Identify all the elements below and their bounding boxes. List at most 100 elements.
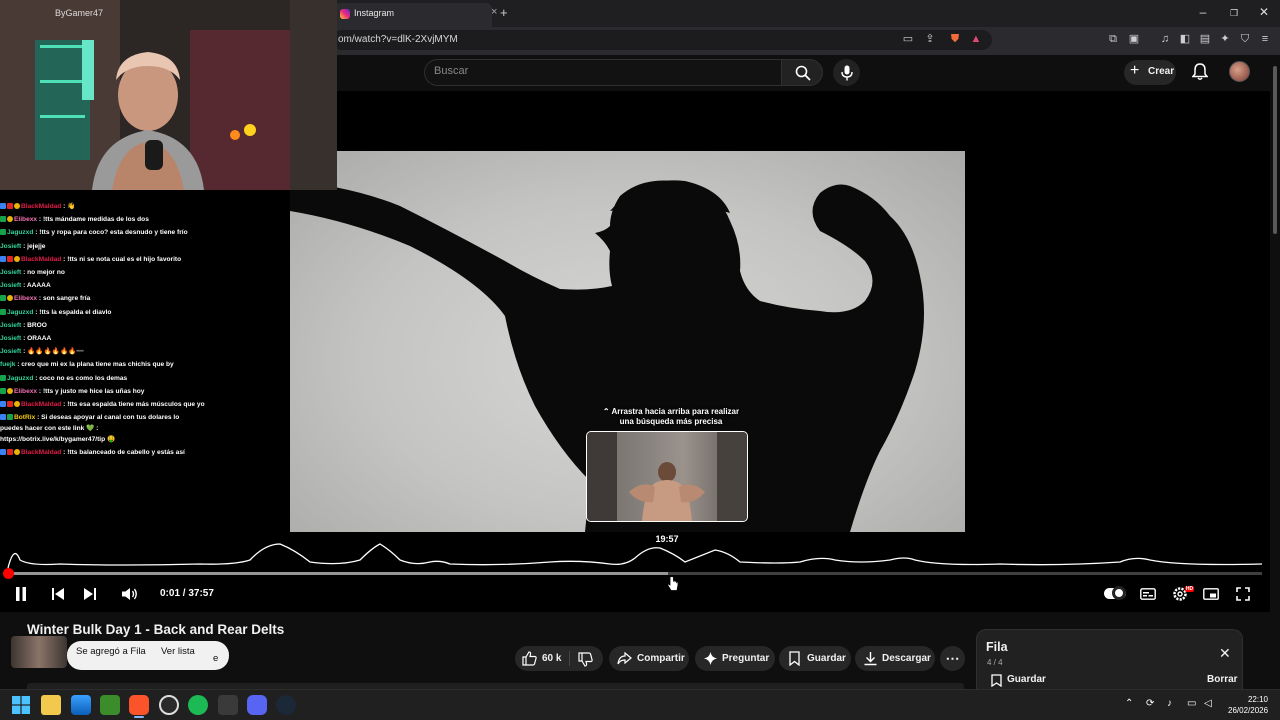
chat-text: BROO bbox=[27, 321, 47, 329]
minimize-icon[interactable]: – bbox=[1193, 5, 1213, 19]
chat-username: BlackMaldad bbox=[21, 449, 62, 457]
download-button[interactable]: Descargar bbox=[855, 646, 935, 671]
search-button[interactable] bbox=[781, 59, 823, 86]
share-button[interactable]: Compartir bbox=[609, 646, 689, 671]
chat-username: Josieft bbox=[0, 348, 22, 356]
bookmark-icon[interactable] bbox=[991, 674, 1002, 687]
share-label: Compartir bbox=[637, 653, 685, 664]
view-list-link[interactable]: Ver lista bbox=[161, 646, 195, 657]
chat-text: no mejor no bbox=[27, 269, 65, 277]
volume-button[interactable] bbox=[121, 585, 139, 603]
chat-message: Jaguzxd : !tts la espalda el diavlo bbox=[0, 306, 290, 319]
steam-icon[interactable] bbox=[276, 695, 296, 715]
wallet-icon[interactable]: ▤ bbox=[1198, 33, 1212, 46]
ai-icon[interactable]: ✦ bbox=[1218, 33, 1232, 46]
queue-video-thumbnail[interactable] bbox=[11, 636, 67, 668]
network-icon[interactable]: ▭ bbox=[1187, 698, 1196, 709]
next-button[interactable] bbox=[81, 585, 99, 603]
chat-badge-icon bbox=[7, 255, 13, 262]
new-tab-button[interactable]: + bbox=[500, 5, 508, 20]
subtitles-button[interactable] bbox=[1139, 585, 1157, 603]
sync-icon[interactable]: ⟳ bbox=[1146, 698, 1154, 709]
share-icon[interactable]: ⇪ bbox=[923, 33, 937, 46]
chat-username: Josieft bbox=[0, 269, 22, 277]
chat-badge-icon bbox=[7, 414, 13, 421]
ask-button[interactable]: Preguntar bbox=[695, 646, 775, 671]
chat-badge-icon bbox=[0, 401, 6, 408]
discord-icon[interactable] bbox=[247, 695, 267, 715]
previous-button[interactable] bbox=[49, 585, 67, 603]
more-actions-button[interactable]: ⋯ bbox=[940, 646, 965, 671]
chat-username: Josieft bbox=[0, 321, 22, 329]
brave-rewards-icon[interactable]: ▲ bbox=[969, 33, 983, 46]
microphone-tray-icon[interactable]: ♪ bbox=[1167, 698, 1172, 709]
spotify-icon[interactable] bbox=[188, 695, 208, 715]
tab-close-icon[interactable]: × bbox=[491, 6, 497, 18]
brave-browser-icon[interactable] bbox=[129, 695, 149, 715]
chat-message: Josieft : AAAAA bbox=[0, 279, 290, 292]
tray-overflow-icon[interactable]: ⌃ bbox=[1125, 698, 1133, 709]
next-icon bbox=[84, 588, 96, 600]
close-window-icon[interactable]: ✕ bbox=[1254, 5, 1274, 19]
capture-tool-icon[interactable] bbox=[218, 695, 238, 715]
hd-badge: HD bbox=[1185, 586, 1194, 592]
menu-icon[interactable]: ≡ bbox=[1258, 33, 1272, 46]
chat-message: BlackMaldad : !tts ni se nota cual es el… bbox=[0, 253, 290, 266]
music-icon[interactable]: ♫ bbox=[1158, 33, 1172, 46]
chat-message: Elibexx : son sangre fría bbox=[0, 292, 290, 305]
chat-text: jejejje bbox=[27, 242, 46, 250]
vpn-icon[interactable]: ⛉ bbox=[1238, 33, 1252, 46]
scrollbar-thumb[interactable] bbox=[1273, 66, 1277, 234]
save-button[interactable]: Guardar bbox=[779, 646, 851, 671]
notifications-bell-icon[interactable] bbox=[1192, 63, 1208, 81]
minecraft-icon[interactable] bbox=[100, 695, 120, 715]
clock-date: 26/02/2026 bbox=[1228, 706, 1269, 715]
chat-username: Josieft bbox=[0, 242, 22, 250]
account-avatar[interactable] bbox=[1229, 61, 1250, 82]
queue-save-button[interactable]: Guardar bbox=[1007, 674, 1046, 685]
restore-icon[interactable]: ❐ bbox=[1224, 8, 1244, 19]
chat-username: Elibexx bbox=[14, 295, 38, 303]
cast-icon[interactable]: ▭ bbox=[901, 33, 915, 46]
chat-text: !tts y ropa para coco? esta desnudo y ti… bbox=[39, 229, 188, 237]
voice-search-button[interactable] bbox=[833, 59, 860, 86]
chat-text: !tts y justo me hice las uñas hoy bbox=[42, 387, 145, 395]
chat-username: BlackMaldad bbox=[21, 203, 62, 210]
system-clock[interactable]: 22:10 26/02/2026 bbox=[1228, 694, 1268, 716]
more-icon: ⋯ bbox=[945, 650, 960, 666]
dislike-icon[interactable] bbox=[578, 652, 593, 667]
photos-icon[interactable] bbox=[71, 695, 91, 715]
search-box[interactable] bbox=[424, 59, 782, 86]
miniplayer-button[interactable] bbox=[1202, 585, 1220, 603]
queue-close-icon[interactable]: ✕ bbox=[1219, 645, 1231, 662]
like-count[interactable]: 60 k bbox=[542, 653, 561, 664]
search-input[interactable]: Buscar bbox=[434, 65, 468, 77]
like-icon[interactable] bbox=[522, 651, 537, 666]
speaker-icon[interactable]: ◁ bbox=[1204, 698, 1212, 709]
sparkle-icon bbox=[704, 652, 717, 665]
hand-cursor-icon bbox=[667, 576, 679, 591]
chat-username: fuejk bbox=[0, 361, 16, 369]
scrubber-handle[interactable] bbox=[3, 568, 14, 579]
screenshot-icon[interactable]: ▣ bbox=[1127, 33, 1141, 46]
sidebar-icon[interactable]: ◧ bbox=[1178, 33, 1192, 46]
obs-icon[interactable] bbox=[159, 695, 179, 715]
extensions-icon[interactable]: ⧉ bbox=[1106, 33, 1120, 46]
file-explorer-icon[interactable] bbox=[41, 695, 61, 715]
fullscreen-button[interactable] bbox=[1234, 585, 1252, 603]
queue-clear-button[interactable]: Borrar bbox=[1207, 674, 1238, 685]
pause-button[interactable] bbox=[12, 585, 30, 603]
toast-message: Se agregó a Fila bbox=[76, 646, 146, 657]
chat-badge-icon bbox=[7, 216, 13, 223]
chat-username: BotRix bbox=[14, 414, 36, 422]
chat-badge-icon bbox=[7, 295, 13, 302]
windows-start-icon[interactable] bbox=[12, 696, 30, 714]
preview-image bbox=[587, 432, 747, 521]
stream-chat: BlackMaldad : 👋 Elibexx : !tts mándame me… bbox=[0, 200, 290, 459]
chat-badge-icon bbox=[14, 401, 20, 408]
chat-message: Josieft : BROO bbox=[0, 319, 290, 332]
chat-username: Josieft bbox=[0, 282, 22, 290]
chat-message: Elibexx : !tts mándame medidas de los do… bbox=[0, 213, 290, 226]
brave-shield-icon[interactable]: ⛊ bbox=[948, 33, 962, 46]
chat-username: Jaguzxd bbox=[7, 308, 34, 316]
